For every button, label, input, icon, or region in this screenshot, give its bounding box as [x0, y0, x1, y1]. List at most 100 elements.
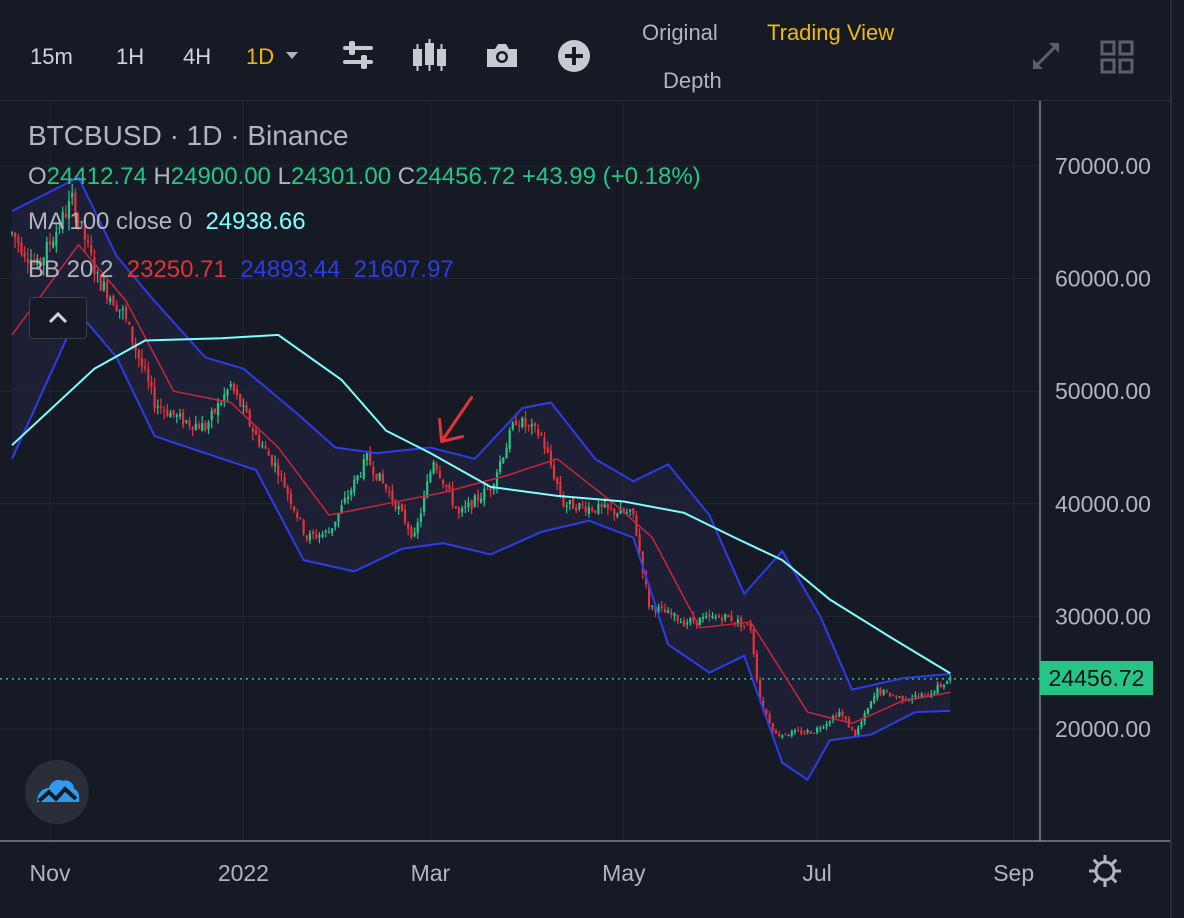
candle-body: [147, 368, 150, 382]
candle-body: [502, 457, 505, 463]
collapse-legend-button[interactable]: [29, 297, 87, 339]
tradingview-logo-button[interactable]: [25, 760, 89, 824]
candle-body: [581, 504, 584, 506]
candle-body: [448, 485, 451, 489]
x-tick-label: Sep: [993, 860, 1034, 886]
candle-body: [552, 464, 556, 479]
candle-body: [71, 192, 74, 198]
candle-body: [746, 623, 749, 625]
indicator-settings-icon[interactable]: [340, 38, 376, 74]
panel-border: [1170, 0, 1172, 918]
candle-body: [156, 406, 159, 408]
candle-body: [610, 507, 613, 509]
candle-body: [423, 495, 426, 512]
candle-body: [505, 447, 508, 459]
candle-body: [416, 522, 419, 534]
candle-body: [632, 508, 635, 514]
candle-body: [613, 508, 616, 515]
candle-body: [86, 240, 90, 243]
candle-body: [514, 420, 518, 425]
low-label: L: [277, 163, 291, 190]
view-original-link[interactable]: Original: [642, 20, 718, 46]
candle-body: [112, 295, 115, 306]
candle-body: [730, 615, 733, 622]
candle-body: [17, 237, 20, 244]
candle-body: [495, 472, 499, 487]
candle-body: [625, 512, 628, 514]
candle-body: [467, 502, 470, 508]
camera-icon[interactable]: [484, 38, 520, 74]
layout-grid-icon[interactable]: [1100, 40, 1134, 74]
candle-body: [90, 245, 93, 254]
candle-body: [223, 394, 226, 401]
bb-legend[interactable]: BB 20 2 23250.71 24893.44 21607.97: [28, 256, 454, 284]
ma-legend[interactable]: MA 100 close 0 24938.66: [28, 208, 306, 236]
candle-body: [454, 506, 457, 509]
candle-body: [121, 308, 124, 310]
candle-body: [873, 696, 876, 703]
candle-body: [213, 409, 216, 413]
candle-body: [178, 413, 182, 417]
candle-body: [743, 625, 746, 626]
candle-body: [724, 613, 727, 620]
candle-body: [457, 507, 460, 514]
candle-body: [353, 479, 356, 492]
candle-body: [163, 410, 166, 412]
bb-basis-value: 23250.71: [126, 256, 227, 283]
chevron-down-icon[interactable]: [283, 46, 301, 64]
candle-body: [274, 463, 277, 466]
chart-toolbar: 15m 1H 4H 1D Original Trading View Depth: [0, 0, 1170, 100]
candle-body: [572, 497, 575, 509]
candle-body: [369, 452, 372, 466]
candle-body: [251, 428, 254, 432]
candle-body: [876, 688, 879, 698]
view-trading-view-link[interactable]: Trading View: [767, 20, 894, 46]
candle-body: [207, 422, 210, 429]
candle-body: [419, 513, 422, 522]
candle-body: [711, 616, 714, 618]
expand-icon[interactable]: [1030, 40, 1062, 72]
candle-body: [350, 490, 353, 495]
candle-body: [384, 484, 388, 489]
candle-body: [651, 605, 654, 607]
candle-style-icon[interactable]: [411, 38, 447, 74]
timeframe-1d[interactable]: 1D: [246, 44, 274, 70]
candle-body: [327, 532, 331, 534]
candle-body: [914, 695, 917, 697]
candle-body: [812, 732, 816, 734]
candle-body: [499, 461, 502, 473]
candle-body: [720, 617, 724, 621]
candle-body: [673, 613, 676, 617]
candle-body: [676, 615, 679, 622]
bb-label: BB 20 2: [28, 256, 114, 283]
candle-body: [232, 383, 235, 391]
low-value: 24301.00: [290, 163, 392, 190]
candle-body: [23, 252, 26, 257]
timeframe-1h[interactable]: 1H: [116, 44, 144, 70]
candle-body: [844, 716, 847, 720]
candle-body: [258, 435, 261, 446]
candle-body: [229, 384, 232, 387]
candle-body: [508, 430, 511, 450]
candle-body: [115, 304, 118, 311]
candle-body: [749, 624, 752, 630]
ma-label: MA 100 close 0: [28, 208, 193, 235]
candle-body: [806, 730, 809, 733]
add-icon[interactable]: [556, 38, 592, 74]
candle-body: [172, 410, 175, 415]
candle-body: [942, 684, 945, 687]
gear-icon[interactable]: [1086, 852, 1124, 890]
view-depth-link[interactable]: Depth: [663, 68, 722, 94]
timeframe-15m[interactable]: 15m: [30, 44, 73, 70]
candle-body: [946, 681, 949, 684]
current-price-tag: 24456.72: [1040, 661, 1153, 695]
open-value: 24412.74: [46, 163, 147, 190]
candle-body: [898, 696, 901, 698]
candle-body: [226, 389, 229, 396]
candle-body: [752, 629, 755, 655]
timeframe-4h[interactable]: 4H: [183, 44, 211, 70]
candle-body: [483, 488, 486, 501]
candle-body: [324, 530, 327, 533]
candle-body: [936, 684, 939, 693]
candle-body: [549, 450, 552, 466]
